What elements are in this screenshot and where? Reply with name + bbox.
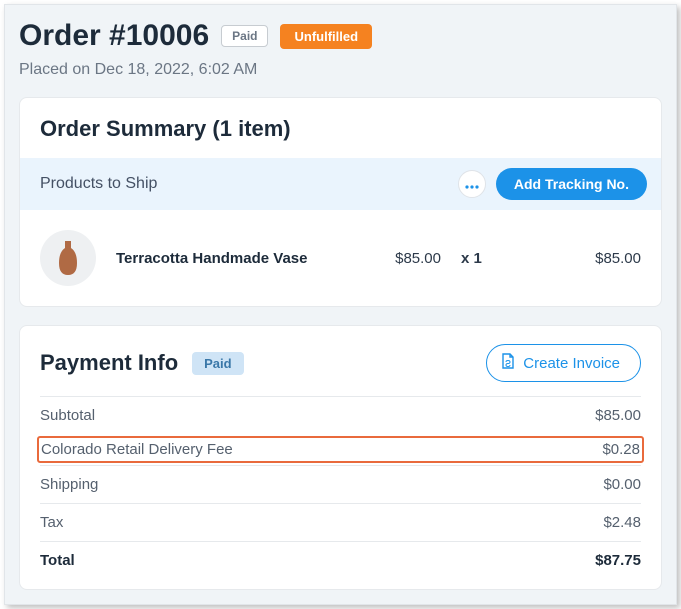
line-item-row: Terracotta Handmade Vase $85.00 x 1 $85.…: [20, 210, 661, 306]
placed-timestamp: Placed on Dec 18, 2022, 6:02 AM: [19, 61, 662, 79]
fee-label: Colorado Retail Delivery Fee: [41, 441, 233, 458]
subtotal-value: $85.00: [595, 407, 641, 424]
paid-badge: Paid: [221, 25, 268, 47]
total-label: Total: [40, 552, 75, 569]
tax-value: $2.48: [603, 514, 641, 531]
payment-info-title: Payment Info: [40, 350, 178, 376]
create-invoice-button[interactable]: Create Invoice: [486, 344, 641, 382]
line-item-total: $85.00: [521, 250, 641, 267]
fee-value: $0.28: [602, 441, 640, 458]
line-item-name: Terracotta Handmade Vase: [116, 250, 341, 267]
tax-row: Tax $2.48: [40, 503, 641, 541]
more-actions-button[interactable]: [458, 170, 486, 198]
products-to-ship-label: Products to Ship: [40, 175, 157, 193]
highlighted-fee-row: Colorado Retail Delivery Fee $0.28: [37, 436, 644, 463]
line-item-price: $85.00: [361, 250, 441, 267]
add-tracking-button[interactable]: Add Tracking No.: [496, 168, 647, 200]
total-row: Total $87.75: [40, 541, 641, 579]
ellipsis-icon: [465, 176, 479, 192]
order-summary-card: Order Summary (1 item) Products to Ship …: [19, 97, 662, 307]
order-title: Order #10006: [19, 19, 209, 53]
vase-icon: [56, 239, 80, 277]
shipping-value: $0.00: [603, 476, 641, 493]
payment-info-card: Payment Info Paid Create Invoice Subtota…: [19, 325, 662, 590]
total-value: $87.75: [595, 552, 641, 569]
invoice-icon: [501, 353, 515, 373]
create-invoice-label: Create Invoice: [523, 355, 620, 372]
unfulfilled-badge: Unfulfilled: [280, 24, 372, 49]
product-thumbnail: [40, 230, 96, 286]
shipping-label: Shipping: [40, 476, 98, 493]
shipping-row: Shipping $0.00: [40, 465, 641, 503]
subtotal-row: Subtotal $85.00: [40, 396, 641, 434]
line-item-qty: x 1: [461, 250, 501, 267]
payment-paid-badge: Paid: [192, 352, 243, 375]
tax-label: Tax: [40, 514, 63, 531]
subtotal-label: Subtotal: [40, 407, 95, 424]
order-summary-title: Order Summary (1 item): [20, 98, 661, 158]
